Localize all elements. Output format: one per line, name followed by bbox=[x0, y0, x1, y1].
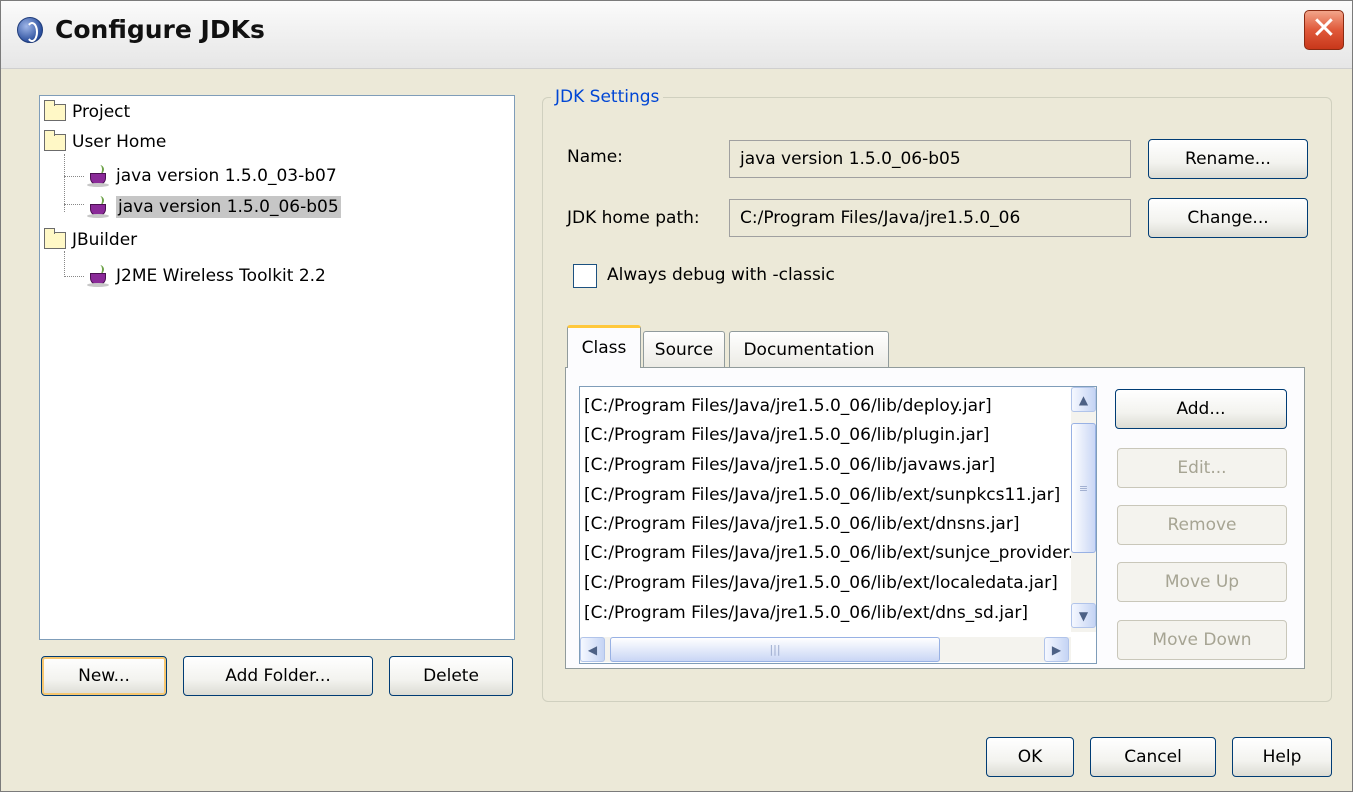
move-up-button-label: Move Up bbox=[1164, 572, 1240, 592]
jdk-home-path-label: JDK home path: bbox=[567, 208, 700, 228]
tab-label: Class bbox=[581, 338, 627, 358]
chevron-down-icon: ▼ bbox=[1078, 608, 1089, 623]
java-cup-icon bbox=[86, 165, 112, 187]
tree-item-label: User Home bbox=[72, 132, 167, 152]
tree-connector bbox=[64, 251, 65, 277]
tree-connector bbox=[64, 276, 84, 277]
move-down-button[interactable]: Move Down bbox=[1117, 620, 1287, 660]
java-cup-icon bbox=[86, 196, 112, 218]
tree-connector bbox=[64, 176, 84, 177]
title-bar[interactable]: Configure JDKs ✕ bbox=[1, 1, 1352, 69]
folder-icon bbox=[44, 129, 66, 151]
edit-button-label: Edit... bbox=[1177, 458, 1227, 478]
name-field[interactable]: java version 1.5.0_06-b05 bbox=[729, 140, 1131, 178]
folder-icon bbox=[44, 99, 66, 121]
remove-button-label: Remove bbox=[1167, 515, 1237, 535]
tree-item-label: Project bbox=[72, 102, 131, 122]
list-item[interactable]: [C:/Program Files/Java/jre1.5.0_06/lib/e… bbox=[584, 510, 1019, 538]
edit-button[interactable]: Edit... bbox=[1117, 448, 1287, 488]
list-item[interactable]: [C:/Program Files/Java/jre1.5.0_06/lib/e… bbox=[584, 539, 1096, 567]
chevron-up-icon: ▲ bbox=[1078, 392, 1089, 407]
tab-source[interactable]: Source bbox=[643, 331, 725, 367]
tab-label: Documentation bbox=[743, 339, 875, 360]
add-button-label: Add... bbox=[1176, 399, 1226, 419]
delete-button[interactable]: Delete bbox=[389, 656, 513, 696]
tree-item-project[interactable]: Project bbox=[44, 98, 130, 126]
scroll-down-button[interactable]: ▼ bbox=[1071, 603, 1096, 628]
tree-item-label: java version 1.5.0_06-b05 bbox=[116, 196, 341, 218]
new-button-label: New... bbox=[78, 666, 130, 686]
list-item[interactable]: [C:/Program Files/Java/jre1.5.0_06/lib/e… bbox=[584, 481, 1060, 509]
configure-jdks-dialog: Configure JDKs ✕ Project User Home java … bbox=[0, 0, 1353, 792]
always-debug-label[interactable]: Always debug with -classic bbox=[607, 265, 835, 285]
folder-icon bbox=[44, 227, 66, 249]
add-button[interactable]: Add... bbox=[1115, 389, 1287, 429]
grip-icon: ||| bbox=[769, 643, 781, 656]
scroll-right-button[interactable]: ▶ bbox=[1044, 637, 1069, 662]
delete-button-label: Delete bbox=[423, 666, 479, 686]
java-cup-icon bbox=[86, 265, 112, 287]
help-button[interactable]: Help bbox=[1232, 737, 1332, 777]
new-button[interactable]: New... bbox=[41, 656, 167, 696]
list-item[interactable]: [C:/Program Files/Java/jre1.5.0_06/lib/d… bbox=[584, 392, 992, 420]
name-field-value: java version 1.5.0_06-b05 bbox=[740, 149, 961, 169]
name-label: Name: bbox=[567, 147, 623, 167]
tree-item-label: J2ME Wireless Toolkit 2.2 bbox=[116, 266, 326, 286]
rename-button[interactable]: Rename... bbox=[1148, 139, 1308, 179]
move-down-button-label: Move Down bbox=[1152, 630, 1252, 650]
add-folder-button[interactable]: Add Folder... bbox=[183, 656, 373, 696]
tab-class[interactable]: Class bbox=[567, 325, 641, 368]
cancel-button[interactable]: Cancel bbox=[1090, 737, 1216, 777]
jdk-settings-title: JDK Settings bbox=[551, 87, 664, 107]
tree-connector bbox=[64, 204, 84, 205]
ok-button-label: OK bbox=[1017, 747, 1043, 767]
chevron-left-icon: ◀ bbox=[587, 642, 598, 657]
always-debug-checkbox[interactable] bbox=[573, 264, 597, 288]
tree-item-label: JBuilder bbox=[72, 230, 138, 250]
list-item[interactable]: [C:/Program Files/Java/jre1.5.0_06/lib/e… bbox=[584, 599, 1028, 627]
tree-item-j2me-wireless-toolkit[interactable]: J2ME Wireless Toolkit 2.2 bbox=[86, 262, 326, 290]
tree-item-label: java version 1.5.0_03-b07 bbox=[116, 166, 337, 186]
scroll-up-button[interactable]: ▲ bbox=[1071, 387, 1096, 412]
add-folder-button-label: Add Folder... bbox=[225, 666, 331, 686]
tree-item-jbuilder[interactable]: JBuilder bbox=[44, 226, 137, 254]
grip-icon: ≡ bbox=[1078, 481, 1089, 495]
tree-item-user-home[interactable]: User Home bbox=[44, 128, 166, 156]
list-item[interactable]: [C:/Program Files/Java/jre1.5.0_06/lib/p… bbox=[584, 421, 989, 449]
help-button-label: Help bbox=[1262, 747, 1302, 767]
ok-button[interactable]: OK bbox=[986, 737, 1074, 777]
vertical-scrollbar[interactable]: ▲ ≡ ▼ bbox=[1071, 387, 1096, 632]
tree-item-jdk-1-5-0-03[interactable]: java version 1.5.0_03-b07 bbox=[86, 162, 337, 190]
window-title: Configure JDKs bbox=[55, 15, 265, 44]
scroll-left-button[interactable]: ◀ bbox=[580, 637, 605, 662]
tab-label: Source bbox=[654, 339, 714, 360]
remove-button[interactable]: Remove bbox=[1117, 505, 1287, 545]
close-button[interactable]: ✕ bbox=[1304, 10, 1344, 50]
cancel-button-label: Cancel bbox=[1124, 747, 1182, 767]
move-up-button[interactable]: Move Up bbox=[1117, 562, 1287, 602]
jdk-home-path-field[interactable]: C:/Program Files/Java/jre1.5.0_06 bbox=[729, 199, 1131, 237]
vertical-scroll-thumb[interactable]: ≡ bbox=[1071, 423, 1096, 553]
list-item[interactable]: [C:/Program Files/Java/jre1.5.0_06/lib/j… bbox=[584, 451, 995, 479]
tab-documentation[interactable]: Documentation bbox=[729, 331, 889, 367]
change-button-label: Change... bbox=[1187, 208, 1269, 228]
app-icon bbox=[17, 17, 43, 43]
tree-item-jdk-1-5-0-06[interactable]: java version 1.5.0_06-b05 bbox=[86, 193, 341, 221]
jdk-home-path-value: C:/Program Files/Java/jre1.5.0_06 bbox=[740, 208, 1021, 228]
rename-button-label: Rename... bbox=[1185, 149, 1271, 169]
list-item[interactable]: [C:/Program Files/Java/jre1.5.0_06/lib/e… bbox=[584, 569, 1058, 597]
horizontal-scroll-thumb[interactable]: ||| bbox=[610, 637, 940, 662]
chevron-right-icon: ▶ bbox=[1051, 642, 1062, 657]
jdk-tree[interactable]: Project User Home java version 1.5.0_03-… bbox=[39, 95, 515, 640]
class-path-list[interactable]: [C:/Program Files/Java/jre1.5.0_06/lib/d… bbox=[579, 386, 1097, 664]
horizontal-scrollbar[interactable]: ◀ ||| ▶ bbox=[580, 637, 1071, 662]
close-icon: ✕ bbox=[1311, 11, 1337, 46]
change-button[interactable]: Change... bbox=[1148, 198, 1308, 238]
